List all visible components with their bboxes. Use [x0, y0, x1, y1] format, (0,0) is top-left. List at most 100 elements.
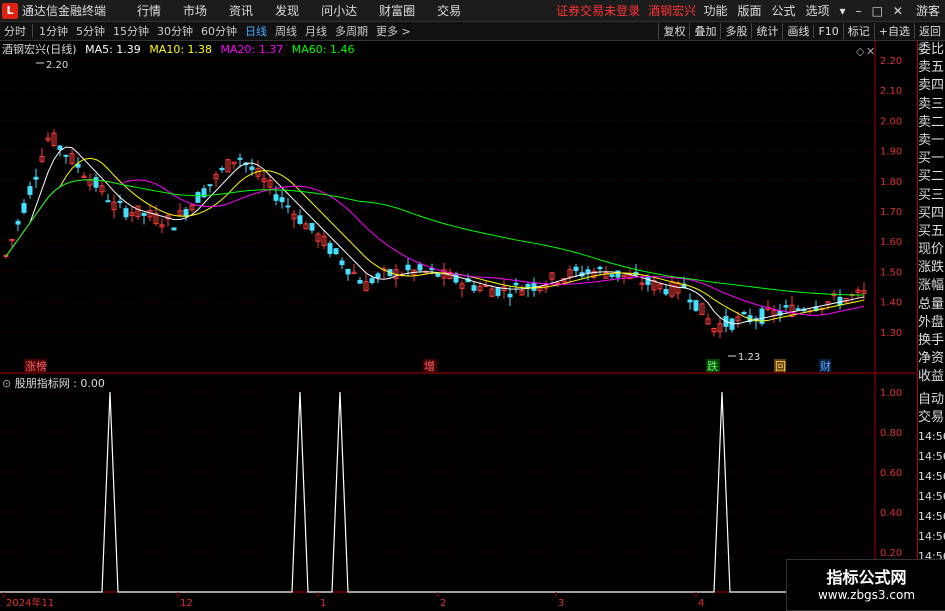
tool-diejia[interactable]: 叠加	[689, 23, 720, 39]
quote-field-label: 卖五	[918, 60, 945, 76]
time-tick: 3	[558, 598, 564, 609]
tool-fanhui[interactable]: 返回	[914, 23, 945, 39]
time-tick: 1	[320, 598, 326, 609]
ma-lines	[5, 146, 865, 325]
low-price-label: 1.23	[738, 352, 760, 363]
quote-field-label: 买二	[918, 169, 945, 185]
trade-label: 交易	[918, 409, 945, 425]
trade-time: 14:56	[918, 429, 945, 443]
minimize-icon[interactable]: –	[856, 4, 862, 18]
indicator-line	[0, 391, 875, 593]
price-tick: 1.50	[880, 267, 902, 278]
indicator-axis: 1.00 0.80 0.60 0.40 0.20	[880, 388, 902, 559]
quote-field-label: 卖三	[918, 96, 945, 112]
menu-caifuquan[interactable]: 财富圈	[379, 2, 415, 19]
candlesticks	[3, 129, 867, 338]
trade-login-status[interactable]: 证券交易未登录	[556, 2, 640, 19]
tool-f10[interactable]: F10	[813, 24, 842, 38]
quote-field-label: 卖四	[918, 78, 945, 94]
quote-field-label: 涨幅	[918, 278, 945, 294]
trade-time: 14:56	[918, 529, 945, 543]
price-tick: 1.70	[880, 207, 902, 218]
tab-weekly[interactable]: 周线	[275, 23, 297, 39]
marker-zhangbang[interactable]: 涨榜	[25, 359, 47, 373]
menu-zixun[interactable]: 资讯	[229, 2, 253, 19]
tool-tongji[interactable]: 统计	[751, 23, 782, 39]
quote-field-label: 涨跌	[918, 260, 945, 276]
marker-hui[interactable]: 回	[775, 360, 786, 373]
quote-side-panel: 委比 卖五 卖四 卖三 卖二 卖一 买一 买二 买三 买四 买五 现价 涨跌 涨幅 总量 外盘 换手 净资 收益 自动…	[917, 41, 945, 609]
price-tick: 1.40	[880, 298, 902, 309]
tool-biaoji[interactable]: 标记	[842, 23, 874, 39]
trade-time: 14:56	[918, 469, 945, 483]
indicator-tick: 0.60	[880, 468, 902, 479]
diamond-icon[interactable]: ◇	[856, 45, 865, 58]
watermark: 指标公式网 www.zbgs3.com	[786, 559, 945, 611]
tool-huaxian[interactable]: 画线	[782, 23, 813, 39]
app-title: 通达信金融终端	[22, 4, 107, 18]
indicator-toggle-icon[interactable]: ⊙	[2, 377, 11, 390]
time-tick: 12	[180, 598, 193, 609]
tool-zixuan[interactable]: +自选	[873, 23, 914, 39]
indicator-label: ⊙ 股朋指标网 : 0.00	[2, 377, 105, 390]
indicator-tick: 0.40	[880, 508, 902, 519]
app-logo-icon: L	[2, 2, 18, 19]
menu-gongshi[interactable]: 公式	[772, 2, 796, 19]
price-tick: 1.60	[880, 237, 902, 248]
tab-60min[interactable]: 60分钟	[201, 23, 237, 39]
quote-field-label: 委比	[918, 42, 945, 57]
ma20-value: MA20: 1.37	[220, 43, 284, 56]
tab-30min[interactable]: 30分钟	[157, 23, 193, 39]
tab-15min[interactable]: 15分钟	[113, 23, 149, 39]
marker-die[interactable]: 跌	[707, 359, 718, 373]
menu-gongneng[interactable]: 功能	[703, 2, 727, 19]
event-markers: 涨榜 增 跌 回 财	[24, 359, 831, 373]
ma10-value: MA10: 1.38	[149, 43, 213, 56]
tab-5min[interactable]: 5分钟	[76, 23, 105, 39]
quote-field-label: 卖一	[918, 132, 945, 148]
menu-hangqing[interactable]: 行情	[137, 2, 161, 19]
quote-field-label: 外盘	[918, 314, 945, 330]
time-tick: 2024年11	[6, 596, 54, 609]
menu-wenxiaoda[interactable]: 问小达	[321, 2, 357, 19]
quote-field-label: 买五	[918, 223, 945, 239]
menu-shichang[interactable]: 市场	[183, 2, 207, 19]
pin-icon[interactable]: ▾	[840, 4, 846, 18]
chart-toolbar: 复权 叠加 多股 统计 画线 F10 标记 +自选 返回	[658, 22, 945, 40]
time-axis: 2024年11 12 1 2 3 4	[3, 592, 704, 609]
maximize-icon[interactable]: □	[872, 4, 883, 18]
close-icon[interactable]: ✕	[893, 4, 903, 18]
kline-chart[interactable]: 2.20 2.10 2.00 1.90 1.80 1.70 1.60 1.50 1.40 1.30…	[0, 41, 916, 609]
ma60-value: MA60: 1.46	[291, 43, 355, 56]
tab-1min[interactable]: 1分钟	[39, 23, 68, 39]
tab-monthly[interactable]: 月线	[305, 23, 327, 39]
tool-duogu[interactable]: 多股	[720, 23, 751, 39]
price-tick: 2.00	[880, 116, 902, 127]
price-tick: 2.20	[880, 56, 902, 67]
close-chart-icon[interactable]: ✕	[866, 45, 875, 58]
right-menu: 功能 版面 公式 选项 ▾ – □ ✕ 游客	[698, 0, 945, 21]
marker-cai[interactable]: 财	[820, 359, 831, 373]
trade-time: 14:56	[918, 489, 945, 503]
indicator-tick: 0.20	[880, 548, 902, 559]
menu-faxian[interactable]: 发现	[275, 2, 299, 19]
time-tick: 4	[698, 598, 704, 609]
user-label[interactable]: 游客	[916, 2, 940, 19]
ma5-value: MA5: 1.39	[85, 43, 141, 56]
quote-field-label: 收益	[918, 369, 945, 385]
tool-fuquan[interactable]: 复权	[658, 23, 689, 39]
quote-field-label: 换手	[918, 333, 945, 348]
current-stock-name: 酒钢宏兴	[648, 4, 697, 18]
quote-field-label: 买三	[918, 187, 945, 203]
time-tick: 2	[440, 598, 446, 609]
price-tick: 1.30	[880, 328, 902, 339]
tab-daily[interactable]: 日线	[245, 23, 267, 39]
tab-fenshi[interactable]: 分时	[4, 23, 26, 39]
menu-xuanxiang[interactable]: 选项	[806, 2, 830, 19]
marker-zeng[interactable]: 增	[424, 359, 435, 373]
quote-field-label: 现价	[918, 242, 945, 258]
menu-banmian[interactable]: 版面	[738, 2, 762, 19]
menu-jiaoyi[interactable]: 交易	[437, 2, 461, 19]
tab-multiperiod[interactable]: 多周期	[335, 23, 368, 39]
tab-more[interactable]: 更多 >	[376, 23, 411, 39]
